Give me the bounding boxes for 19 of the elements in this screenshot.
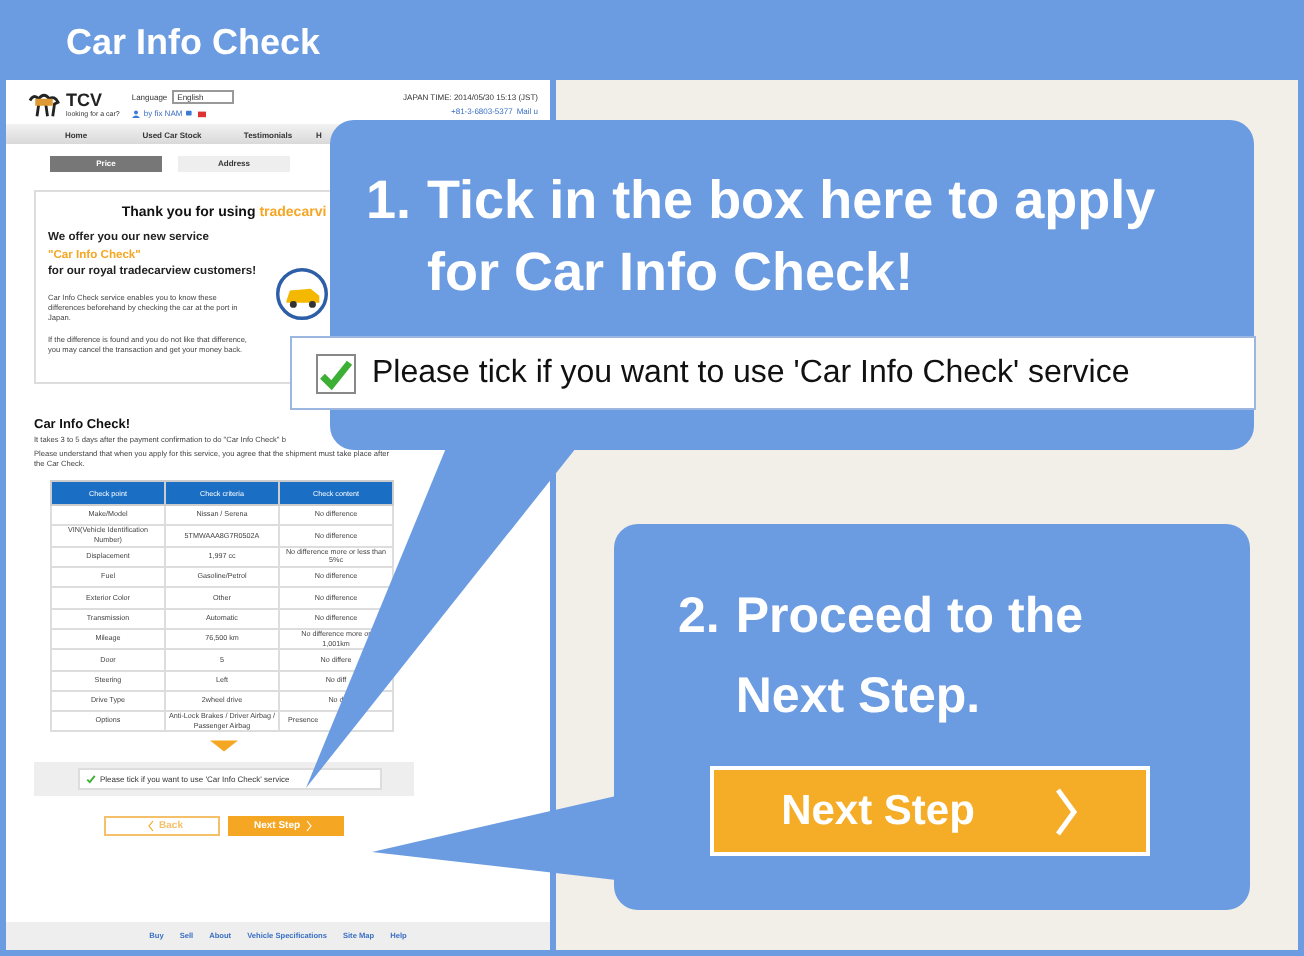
instruction-text: Proceed to the Next Step. <box>735 586 1086 728</box>
instruction-text: Tick in the box here to apply for Car Info Check! <box>427 168 1158 306</box>
checkbox-row[interactable]: Please tick if you want to use 'Car Info Check' service <box>290 336 1256 410</box>
checkmark-icon <box>318 355 354 391</box>
chat-icon <box>186 109 195 117</box>
camel-icon <box>26 90 62 118</box>
window-title: Car Info Check <box>66 22 321 64</box>
step-number: 1. <box>366 168 412 234</box>
checkmark-icon <box>86 774 96 785</box>
chevron-left-icon <box>147 820 154 833</box>
logo-text: TCV <box>66 91 104 109</box>
mail-icon <box>198 109 207 117</box>
chevron-right-icon <box>306 820 313 833</box>
chevron-right-icon <box>1054 787 1079 835</box>
user-icon <box>131 109 140 117</box>
step-number: 2. <box>678 586 720 648</box>
car-badge-icon <box>276 267 328 320</box>
checkbox[interactable] <box>316 353 356 393</box>
down-arrow-icon <box>210 740 238 753</box>
